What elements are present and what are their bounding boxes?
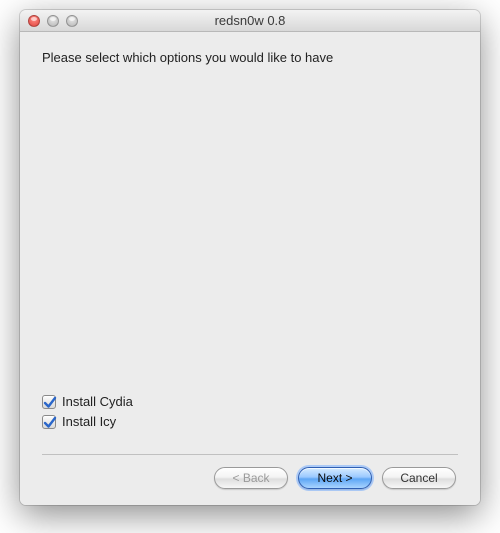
next-button[interactable]: Next >: [298, 467, 372, 489]
zoom-icon[interactable]: [66, 15, 78, 27]
checkbox-icon[interactable]: [42, 395, 56, 409]
cancel-button[interactable]: Cancel: [382, 467, 456, 489]
titlebar[interactable]: redsn0w 0.8: [20, 10, 480, 32]
divider: [42, 454, 458, 455]
option-label: Install Icy: [62, 414, 116, 429]
window: redsn0w 0.8 Please select which options …: [20, 10, 480, 505]
close-icon[interactable]: [28, 15, 40, 27]
options-group: Install Cydia Install Icy: [42, 389, 458, 434]
back-button[interactable]: < Back: [214, 467, 288, 489]
checkbox-icon[interactable]: [42, 415, 56, 429]
window-title: redsn0w 0.8: [20, 10, 480, 32]
content-area: Please select which options you would li…: [20, 32, 480, 505]
traffic-lights: [20, 15, 78, 27]
option-install-cydia[interactable]: Install Cydia: [42, 394, 458, 409]
option-label: Install Cydia: [62, 394, 133, 409]
spacer: [42, 75, 458, 389]
prompt-text: Please select which options you would li…: [42, 50, 458, 65]
minimize-icon[interactable]: [47, 15, 59, 27]
option-install-icy[interactable]: Install Icy: [42, 414, 458, 429]
button-row: < Back Next > Cancel: [42, 467, 458, 491]
